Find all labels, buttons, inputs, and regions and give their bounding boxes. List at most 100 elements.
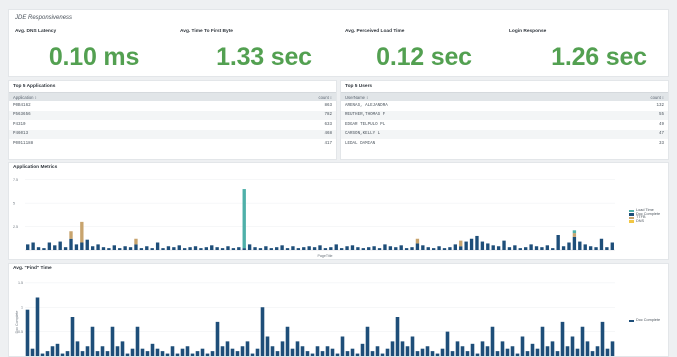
bar-doc-complete (585, 341, 590, 356)
bar-doc-complete (285, 326, 290, 356)
bar-doc-complete (225, 341, 230, 356)
bar-doc-complete (312, 247, 317, 250)
bar-doc-complete (605, 348, 610, 356)
bar-doc-complete (464, 241, 468, 250)
bar-doc-complete (285, 248, 290, 250)
count-cell: 863 (324, 103, 332, 108)
bar-doc-complete (45, 351, 50, 356)
table-row[interactable]: P0011188 417 (9, 139, 336, 149)
bar-doc-complete (264, 246, 268, 250)
y-tick-label: 5 (13, 201, 15, 205)
bar-doc-complete (226, 246, 230, 250)
bar-doc-complete (140, 348, 145, 356)
bar-doc-complete (605, 247, 609, 250)
bar-doc-complete (120, 341, 125, 356)
bar-doc-complete (145, 246, 149, 250)
bar-doc-complete (525, 351, 530, 356)
bar-doc-complete (195, 351, 200, 356)
bar-doc-complete (280, 341, 285, 356)
legend-item-dns[interactable]: DNS (629, 219, 660, 224)
column-header-count[interactable]: count ↕ (318, 95, 332, 100)
bar-doc-complete (150, 343, 155, 356)
table-row[interactable]: CARSON,KELLY L 47 (341, 129, 668, 140)
bar-doc-complete (400, 341, 405, 356)
top-users-table: UserName ↕ count ↕ ARENAS, ALEJANDRA 132 … (341, 92, 668, 149)
bar-doc-complete (193, 246, 198, 250)
bar-doc-complete (255, 348, 260, 356)
bar-doc-complete (245, 341, 250, 356)
bar-doc-complete (291, 246, 295, 250)
bar-doc-complete (183, 248, 187, 250)
bar-doc-complete (100, 346, 105, 356)
bar-doc-complete (570, 336, 575, 356)
table-row[interactable]: REUTHER,THOMAS F 55 (341, 110, 668, 121)
bar-doc-complete (35, 297, 40, 356)
table-row[interactable]: LEDAL DAMIAN 33 (341, 139, 668, 149)
kpi-dns-latency-label: Avg. DNS Latency (15, 29, 57, 34)
bar-doc-complete (580, 326, 585, 356)
application-cell: P0B4162 (13, 103, 31, 108)
bar-doc-complete (545, 346, 550, 356)
table-row[interactable]: P46013 468 (9, 129, 336, 140)
bar-doc-complete (95, 351, 100, 356)
bar-doc-complete (475, 353, 480, 356)
bar-ttfb (459, 240, 463, 247)
y-tick-label: 2.5 (13, 225, 18, 229)
bar-doc-complete (572, 236, 577, 250)
bar-doc-complete (260, 307, 265, 356)
bar-doc-complete (590, 351, 595, 356)
bar-doc-complete (415, 243, 420, 250)
bar-doc-complete (70, 317, 75, 356)
bar-doc-complete (320, 351, 325, 356)
legend-item-doc-complete[interactable]: Doc Complete (629, 318, 660, 323)
bar-doc-complete (242, 248, 246, 250)
y-tick-label: 7.5 (13, 178, 18, 182)
kpi-login-response-label: Login Response (509, 29, 547, 34)
bar-doc-complete (215, 321, 220, 356)
bar-doc-complete (305, 351, 310, 356)
bar-doc-complete (69, 238, 73, 250)
count-cell: 132 (656, 103, 664, 108)
table-header: Application ↕ count ↕ (9, 92, 336, 101)
bar-doc-complete (155, 348, 160, 356)
kpi-ttfb-label: Avg. Time To First Byte (180, 29, 233, 34)
bar-doc-complete (345, 246, 349, 250)
column-header-count[interactable]: count ↕ (650, 95, 664, 100)
bar-doc-complete (350, 348, 355, 356)
table-row[interactable]: P4310 633 (9, 120, 336, 130)
bar-doc-complete (118, 248, 122, 250)
bar-doc-complete (490, 326, 495, 356)
legend-swatch (629, 220, 634, 224)
bar-doc-complete (247, 244, 252, 250)
legend-swatch (629, 319, 634, 323)
bar-doc-complete (30, 348, 35, 356)
bar-doc-complete (534, 246, 539, 250)
bar-doc-complete (375, 346, 380, 356)
bar-doc-complete (505, 348, 510, 356)
bar-doc-complete (529, 244, 533, 250)
bar-doc-complete (410, 247, 414, 250)
bar-doc-complete (383, 244, 387, 250)
column-header-username[interactable]: UserName ↕ (345, 95, 368, 100)
bar-doc-complete (583, 244, 587, 250)
bar-doc-complete (323, 248, 328, 250)
bar-doc-complete (302, 247, 306, 250)
y-tick-label: 1 (21, 305, 23, 309)
bar-doc-complete (220, 346, 225, 356)
table-row[interactable]: EDGAR TELPULO PL 49 (341, 120, 668, 130)
table-row[interactable]: ARENAS, ALEJANDRA 132 (341, 101, 668, 111)
bar-doc-complete (250, 353, 255, 356)
table-row[interactable]: P563656 782 (9, 110, 336, 121)
count-cell: 417 (324, 141, 332, 146)
bar-doc-complete (80, 242, 84, 250)
application-metrics-chart: 7.5 5 2.5 PageTitle (13, 178, 615, 258)
bar-doc-complete (450, 351, 455, 356)
bar-doc-complete (240, 346, 245, 356)
bar-doc-complete (36, 247, 41, 250)
column-header-application[interactable]: Application ↕ (13, 95, 37, 100)
bar-doc-complete (465, 351, 470, 356)
bar-doc-complete (437, 246, 441, 250)
bar-doc-complete (150, 248, 154, 250)
bar-doc-complete (448, 247, 452, 250)
table-row[interactable]: P0B4162 863 (9, 101, 336, 111)
